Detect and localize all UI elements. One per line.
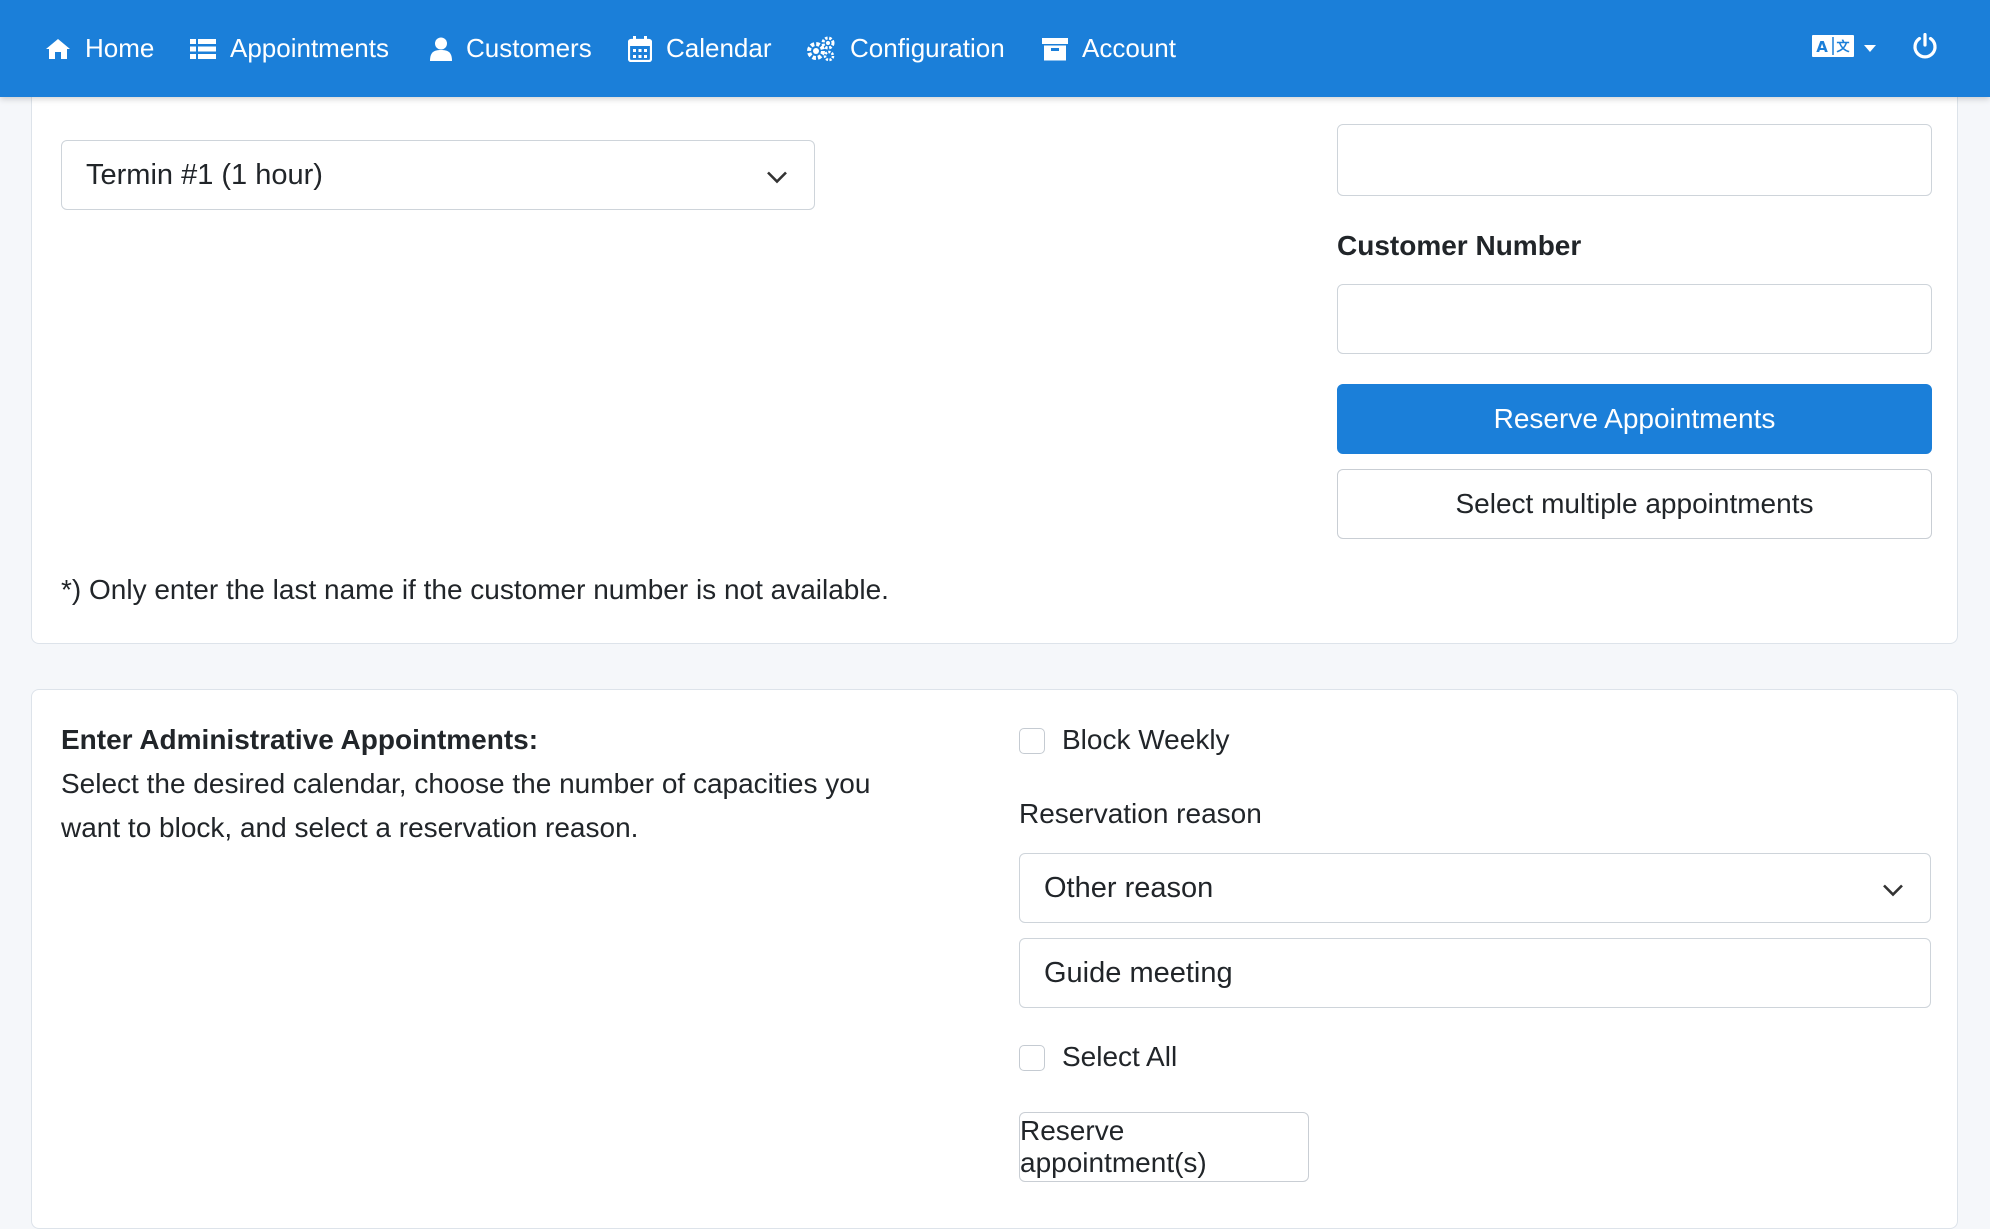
reservation-reason-value: Other reason xyxy=(1044,871,1214,904)
translate-icon: A 文 xyxy=(1812,35,1854,62)
reserve-admin-appointments-button[interactable]: Reserve appointment(s) xyxy=(1019,1112,1309,1182)
reserve-appointments-button[interactable]: Reserve Appointments xyxy=(1337,384,1932,454)
logout-button[interactable] xyxy=(1912,0,1938,97)
calendar-icon xyxy=(628,35,652,62)
top-navbar: Home Appointments Customers Calendar Con… xyxy=(0,0,1990,97)
chevron-down-icon xyxy=(1864,40,1876,58)
admin-appointments-card: Enter Administrative Appointments: Selec… xyxy=(31,689,1958,1229)
select-multiple-appointments-button[interactable]: Select multiple appointments xyxy=(1337,469,1932,539)
admin-description-line-1: Select the desired calendar, choose the … xyxy=(61,768,871,799)
admin-heading: Enter Administrative Appointments: xyxy=(61,724,539,755)
last-name-input[interactable] xyxy=(1337,124,1932,196)
list-icon xyxy=(190,38,216,60)
svg-text:A: A xyxy=(1816,38,1828,56)
user-icon xyxy=(430,37,452,61)
chevron-down-icon xyxy=(1882,872,1904,905)
block-weekly-label: Block Weekly xyxy=(1062,724,1230,755)
nav-customers[interactable]: Customers xyxy=(430,0,592,97)
block-weekly-checkbox[interactable] xyxy=(1019,728,1045,754)
customer-number-label: Customer Number xyxy=(1337,230,1582,261)
nav-calendar[interactable]: Calendar xyxy=(628,0,772,97)
admin-description-line-2: want to block, and select a reservation … xyxy=(61,812,639,843)
nav-configuration[interactable]: Configuration xyxy=(806,0,1005,97)
cogs-icon xyxy=(806,36,836,62)
language-switcher[interactable]: A 文 xyxy=(1812,0,1876,97)
nav-configuration-label: Configuration xyxy=(850,33,1005,63)
select-all-checkbox[interactable] xyxy=(1019,1045,1045,1071)
svg-text:文: 文 xyxy=(1836,39,1850,55)
archive-icon xyxy=(1042,37,1068,61)
reservation-reason-label: Reservation reason xyxy=(1019,798,1262,829)
calendar-select-value: Termin #1 (1 hour) xyxy=(86,158,323,191)
nav-customers-label: Customers xyxy=(466,33,592,63)
nav-account[interactable]: Account xyxy=(1042,0,1176,97)
select-all-label: Select All xyxy=(1062,1041,1178,1072)
chevron-down-icon xyxy=(766,159,788,192)
nav-appointments-label: Appointments xyxy=(230,33,389,63)
nav-home[interactable]: Home xyxy=(45,0,154,97)
customer-reservation-card: Termin #1 (1 hour) Customer Number Reser… xyxy=(31,70,1958,644)
nav-account-label: Account xyxy=(1082,33,1176,63)
reservation-reason-select[interactable]: Other reason xyxy=(1019,853,1931,923)
power-icon xyxy=(1912,32,1938,64)
last-name-footnote: *) Only enter the last name if the custo… xyxy=(61,574,889,605)
nav-home-label: Home xyxy=(85,33,155,63)
calendar-select[interactable]: Termin #1 (1 hour) xyxy=(61,140,815,210)
reservation-reason-text-input[interactable]: Guide meeting xyxy=(1019,938,1931,1008)
customer-number-input[interactable] xyxy=(1337,284,1932,354)
reservation-reason-text-value: Guide meeting xyxy=(1044,956,1233,989)
nav-calendar-label: Calendar xyxy=(666,33,772,63)
home-icon xyxy=(45,37,71,61)
nav-appointments[interactable]: Appointments xyxy=(190,0,389,97)
